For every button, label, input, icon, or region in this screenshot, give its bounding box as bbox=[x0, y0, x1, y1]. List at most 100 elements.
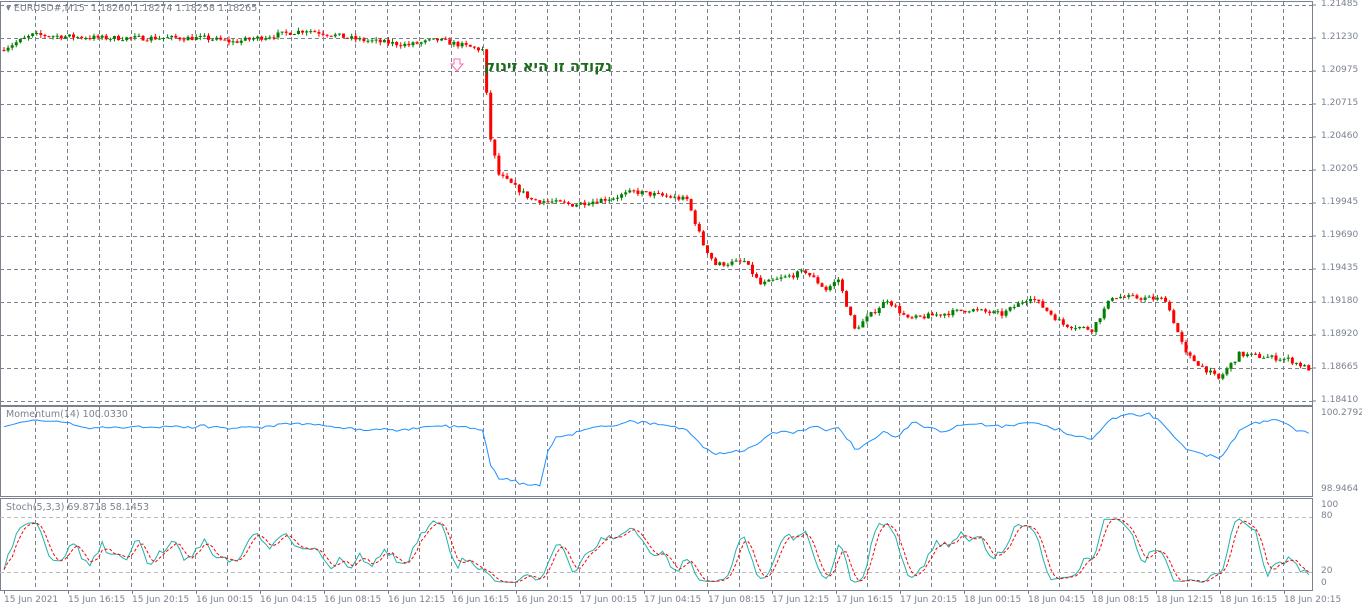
candle-down bbox=[436, 38, 440, 41]
candle-up bbox=[1110, 298, 1114, 301]
momentum-min-label: 98.9464 bbox=[1321, 484, 1359, 494]
candle-down bbox=[705, 245, 709, 253]
candle-up bbox=[1074, 328, 1078, 330]
candle-up bbox=[1016, 303, 1020, 307]
candle-up bbox=[186, 36, 190, 41]
candle-down bbox=[791, 275, 795, 278]
candle-up bbox=[427, 39, 431, 41]
candle-down bbox=[178, 37, 182, 40]
candle-down bbox=[648, 191, 652, 196]
candle-down bbox=[1045, 307, 1049, 311]
candle-down bbox=[714, 258, 718, 265]
candle-down bbox=[219, 37, 223, 40]
candle-down bbox=[325, 34, 329, 36]
time-axis-label: 16 Jun 08:15 bbox=[324, 595, 382, 605]
candle-up bbox=[121, 40, 125, 42]
stoch-level-100: 100 bbox=[1321, 500, 1339, 510]
candle-down bbox=[975, 309, 979, 311]
candle-up bbox=[828, 286, 832, 291]
time-axis-label: 18 Jun 12:15 bbox=[1156, 595, 1214, 605]
high-price: 1.18274 bbox=[133, 3, 173, 14]
candle-up bbox=[611, 198, 615, 200]
candle-down bbox=[415, 42, 419, 44]
candle-down bbox=[1217, 373, 1221, 379]
candle-up bbox=[268, 37, 272, 39]
candle-up bbox=[726, 264, 730, 266]
candle-up bbox=[591, 201, 595, 205]
close-price: 1.18265 bbox=[217, 3, 258, 14]
candle-up bbox=[194, 37, 198, 40]
candle-down bbox=[407, 43, 411, 46]
candle-down bbox=[566, 202, 570, 204]
price-axis-label: 1.20460 bbox=[1321, 131, 1359, 141]
stoch-level-80: 80 bbox=[1321, 511, 1333, 521]
candle-down bbox=[1090, 329, 1094, 332]
candle-up bbox=[783, 276, 787, 278]
candle-up bbox=[800, 270, 804, 272]
candle-up bbox=[992, 311, 996, 313]
candle-down bbox=[472, 46, 476, 48]
candle-up bbox=[198, 35, 202, 38]
candle-up bbox=[1225, 368, 1229, 375]
candle-down bbox=[153, 36, 157, 40]
time-axis-label: 15 Jun 20:15 bbox=[132, 595, 190, 605]
candle-down bbox=[1290, 357, 1294, 364]
candle-down bbox=[571, 203, 575, 207]
candle-up bbox=[431, 38, 435, 40]
candle-down bbox=[88, 38, 92, 40]
candle-down bbox=[509, 178, 513, 183]
candle-up bbox=[877, 308, 881, 314]
chart-canvas[interactable] bbox=[0, 0, 1362, 611]
candle-down bbox=[1159, 297, 1163, 299]
candle-down bbox=[174, 35, 178, 38]
candle-down bbox=[820, 283, 824, 287]
candle-down bbox=[1188, 352, 1192, 356]
candle-down bbox=[750, 264, 754, 274]
candle-up bbox=[137, 35, 141, 37]
candle-up bbox=[1286, 357, 1290, 359]
candle-down bbox=[849, 306, 853, 316]
candle-down bbox=[1053, 314, 1057, 320]
stoch-level-0: 0 bbox=[1321, 578, 1327, 588]
candle-up bbox=[1025, 301, 1028, 303]
candle-up bbox=[166, 37, 170, 39]
candle-up bbox=[836, 279, 840, 283]
time-axis-label: 18 Jun 00:15 bbox=[964, 595, 1022, 605]
candle-up bbox=[742, 261, 746, 263]
candle-up bbox=[1143, 297, 1147, 300]
candle-up bbox=[1262, 357, 1266, 359]
candle-up bbox=[1004, 310, 1008, 316]
candle-up bbox=[554, 200, 558, 202]
candle-up bbox=[67, 34, 71, 37]
candle-down bbox=[1213, 370, 1217, 374]
candle-up bbox=[423, 40, 427, 43]
candle-up bbox=[730, 261, 734, 265]
candle-down bbox=[984, 309, 988, 312]
candle-up bbox=[382, 39, 386, 43]
candle-down bbox=[845, 291, 849, 307]
price-axis-label: 1.18665 bbox=[1321, 362, 1359, 372]
candle-down bbox=[513, 182, 517, 185]
candle-up bbox=[1082, 326, 1086, 328]
candle-up bbox=[292, 33, 296, 36]
candle-down bbox=[1139, 298, 1143, 300]
candle-up bbox=[6, 47, 10, 51]
candle-up bbox=[652, 193, 656, 196]
candle-up bbox=[1057, 319, 1061, 321]
candle-up bbox=[133, 35, 137, 38]
candle-down bbox=[685, 196, 689, 200]
candle-up bbox=[170, 35, 174, 38]
candle-up bbox=[628, 190, 632, 193]
candle-down bbox=[346, 37, 350, 39]
candle-down bbox=[489, 92, 493, 140]
annotation-text[interactable]: נקודה זו היא זינוק bbox=[484, 57, 612, 75]
candle-up bbox=[861, 321, 865, 328]
price-axis-label: 1.20975 bbox=[1321, 65, 1359, 75]
candle-down bbox=[43, 34, 47, 37]
candle-down bbox=[902, 313, 906, 315]
time-axis-label: 16 Jun 16:15 bbox=[452, 595, 510, 605]
collapse-triangle-icon[interactable]: ▾ bbox=[6, 3, 11, 14]
candle-up bbox=[370, 40, 374, 42]
chart-window[interactable]: ▾ EURUSD#,M15 1.18260 1.18274 1.18258 1.… bbox=[0, 0, 1362, 611]
candle-up bbox=[980, 309, 984, 311]
